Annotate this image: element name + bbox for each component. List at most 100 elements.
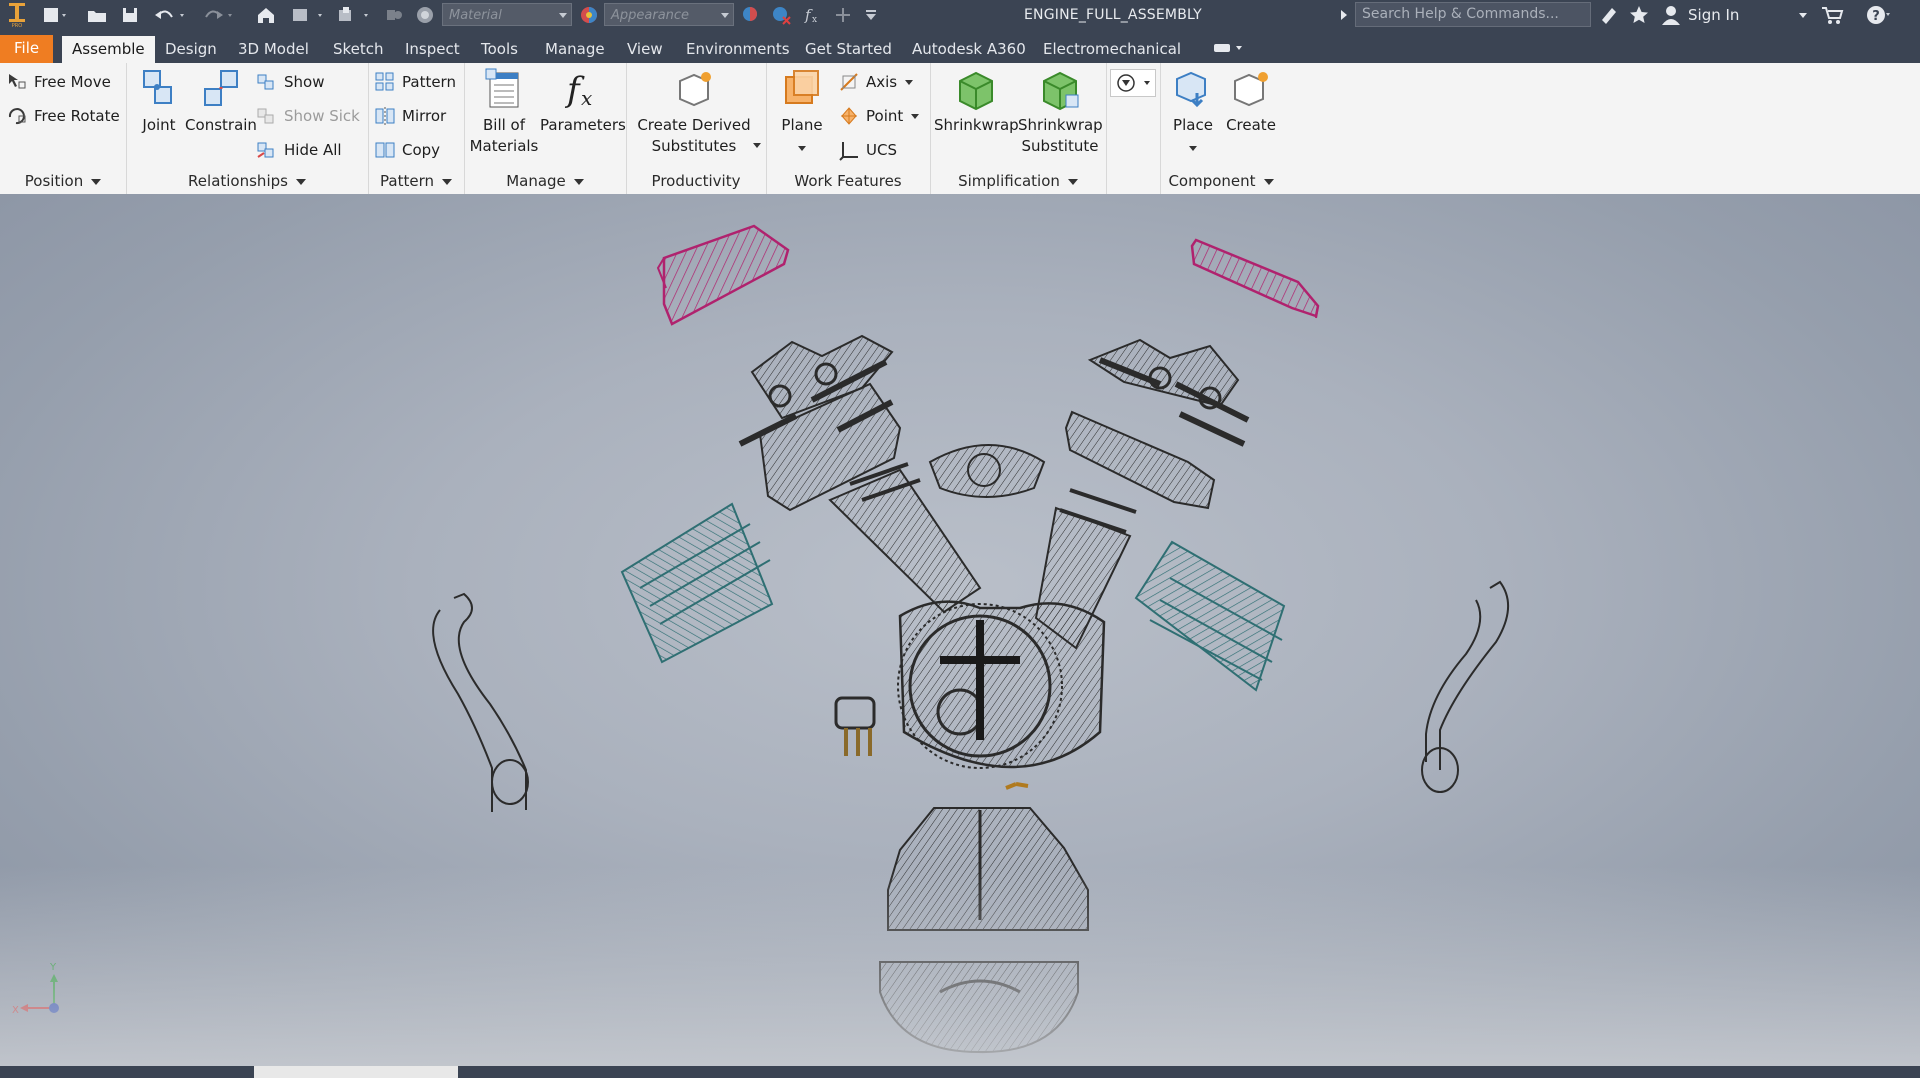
parameters-button[interactable]: fx Parameters <box>540 67 626 136</box>
tab-3d-model[interactable]: 3D Model <box>234 36 313 63</box>
intercooler-left[interactable] <box>620 502 774 664</box>
svg-text:?: ? <box>1872 9 1880 24</box>
adjust-appearance-icon[interactable] <box>738 3 764 27</box>
search-placeholder: Search Help & Commands... <box>1362 6 1559 22</box>
chevron-down-icon[interactable] <box>1796 3 1810 27</box>
joint-button[interactable]: Joint <box>134 67 184 136</box>
shrinkwrap-button[interactable]: Shrinkwrap <box>934 67 1019 136</box>
ucs-button[interactable]: UCS <box>838 137 897 163</box>
plane-button[interactable]: Plane <box>770 67 834 157</box>
help-icon[interactable]: ? <box>1864 3 1892 27</box>
plus-icon[interactable] <box>832 3 854 27</box>
select-filter-dropdown[interactable] <box>1110 69 1156 97</box>
material-field[interactable]: Material <box>442 3 572 26</box>
chevron-down-icon[interactable] <box>798 146 806 151</box>
chevron-down-icon[interactable] <box>911 113 920 119</box>
position-panel-title[interactable]: Position <box>0 172 126 190</box>
svg-text:PRO: PRO <box>12 23 22 28</box>
tab-electromechanical[interactable]: Electromechanical <box>1039 36 1185 63</box>
valve-cover-right[interactable] <box>1190 238 1320 319</box>
engine-wireframe-model[interactable]: X Y <box>0 194 1920 1066</box>
tab-assemble[interactable]: Assemble <box>62 36 155 63</box>
pattern-icon <box>375 72 394 91</box>
axis-button[interactable]: Axis <box>838 69 914 95</box>
tab-manage[interactable]: Manage <box>541 36 609 63</box>
simplification-panel-title[interactable]: Simplification <box>930 172 1106 190</box>
search-input[interactable]: Search Help & Commands... <box>1355 2 1591 27</box>
tab-view[interactable]: View <box>623 36 667 63</box>
redo-icon[interactable] <box>198 3 238 27</box>
cylinder-head-right[interactable] <box>1064 338 1250 510</box>
graphics-viewport[interactable]: X Y <box>0 194 1920 1066</box>
copy-button[interactable]: Copy <box>374 137 440 163</box>
appearance-swatch-icon[interactable] <box>576 3 602 27</box>
shrinkwrap-substitute-button[interactable]: Shrinkwrap Substitute <box>1018 67 1103 157</box>
component-panel-title[interactable]: Component <box>1160 172 1282 190</box>
caret-right-icon[interactable] <box>1336 3 1352 27</box>
bill-of-materials-button[interactable]: Bill of Materials <box>468 67 540 157</box>
pattern-panel-title[interactable]: Pattern <box>368 172 464 190</box>
star-icon[interactable] <box>1626 3 1652 27</box>
relationships-panel-title[interactable]: Relationships <box>126 172 368 190</box>
show-sick-button[interactable]: Show Sick <box>256 103 360 129</box>
constrain-button[interactable]: Constrain <box>182 67 260 136</box>
create-derived-substitutes-button[interactable]: Create Derived Substitutes <box>630 67 758 157</box>
open-folder-icon[interactable] <box>84 3 110 27</box>
chevron-down-icon[interactable] <box>905 79 914 85</box>
undo-icon[interactable] <box>150 3 190 27</box>
tab-tools[interactable]: Tools <box>477 36 522 63</box>
tab-inspect[interactable]: Inspect <box>401 36 464 63</box>
appearance-field[interactable]: Appearance <box>604 3 734 26</box>
manage-panel-title[interactable]: Manage <box>464 172 626 190</box>
engine-block[interactable] <box>828 462 1137 790</box>
tab-get-started[interactable]: Get Started <box>801 36 896 63</box>
work-features-title-label: Work Features <box>794 172 902 190</box>
chevron-down-icon[interactable] <box>1189 146 1197 151</box>
new-file-icon[interactable] <box>38 3 72 27</box>
binoculars-icon[interactable] <box>1596 3 1622 27</box>
app-logo-icon[interactable]: PRO <box>4 3 30 28</box>
chevron-down-icon[interactable] <box>753 143 761 148</box>
free-move-button[interactable]: Free Move <box>6 69 111 95</box>
measure-icon[interactable] <box>334 3 374 27</box>
place-button[interactable]: Place <box>1164 67 1222 157</box>
axis-triad: X Y <box>12 962 59 1016</box>
tab-environments[interactable]: Environments <box>682 36 794 63</box>
fx-icon[interactable]: fx <box>800 3 826 27</box>
x-axis-label: X <box>12 1005 19 1016</box>
globe-icon[interactable] <box>412 3 438 27</box>
exhaust-pipe-left[interactable] <box>432 592 529 812</box>
chevron-down-icon[interactable] <box>721 13 729 18</box>
user-icon[interactable] <box>1658 3 1684 27</box>
oil-pan-upper[interactable] <box>887 807 1089 931</box>
oil-pan-lower[interactable] <box>879 961 1079 1054</box>
sign-in-link[interactable]: Sign In <box>1688 0 1739 30</box>
chevron-down-icon[interactable] <box>559 13 567 18</box>
select-icon[interactable] <box>288 3 328 27</box>
valve-cover-left[interactable] <box>656 224 790 326</box>
document-tab[interactable] <box>254 1066 458 1078</box>
tab-design[interactable]: Design <box>161 36 221 63</box>
material-placeholder: Material <box>449 8 502 23</box>
tab-file[interactable]: File <box>0 35 54 63</box>
intake-flange[interactable] <box>928 444 1046 498</box>
save-icon[interactable] <box>118 3 142 27</box>
tab-autodesk-a360[interactable]: Autodesk A360 <box>908 36 1030 63</box>
customize-dropdown-icon[interactable] <box>860 3 882 27</box>
tab-sketch[interactable]: Sketch <box>329 36 388 63</box>
fuel-pump[interactable] <box>834 696 876 756</box>
free-rotate-button[interactable]: Free Rotate <box>6 103 120 129</box>
intercooler-right[interactable] <box>1134 540 1286 692</box>
hide-all-button[interactable]: Hide All <box>256 137 342 163</box>
show-button[interactable]: Show <box>256 69 324 95</box>
ribbon-display-toggle-icon[interactable] <box>1208 36 1248 60</box>
relationships-title-label: Relationships <box>188 172 288 190</box>
cart-icon[interactable] <box>1818 3 1846 27</box>
create-button[interactable]: Create <box>1222 67 1280 136</box>
point-button[interactable]: Point <box>838 103 920 129</box>
exhaust-pipe-right[interactable] <box>1421 580 1510 793</box>
mirror-button[interactable]: Mirror <box>374 103 446 129</box>
home-icon[interactable] <box>254 3 278 27</box>
clear-appearance-icon[interactable] <box>768 3 794 27</box>
pattern-button[interactable]: Pattern <box>374 69 456 95</box>
